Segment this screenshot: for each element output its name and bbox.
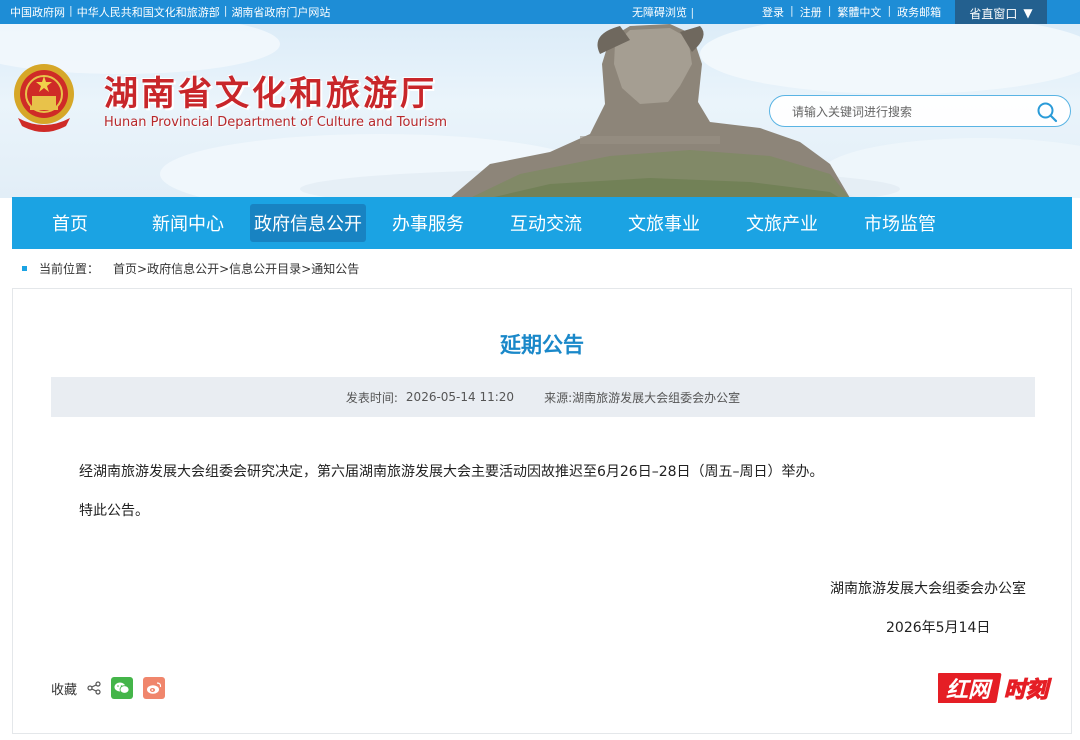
publish-label: 发表时间: [345,390,398,405]
site-title-english: Hunan Provincial Department of Culture a… [104,115,448,130]
national-emblem-icon [14,64,74,132]
breadcrumb-notices[interactable]: 通知公告 [311,260,359,277]
main-nav: 首页 新闻中心 政府信息公开 办事服务 互动交流 文旅事业 文旅产业 市场监管 [12,197,1072,249]
breadcrumb: 当前位置： 首页 > 政府信息公开 > 信息公开目录 > 通知公告 [22,260,359,277]
nav-item-culture-tourism[interactable]: 文旅事业 [628,197,700,249]
rednet-watermark-logo: 红网 时刻 [938,673,1053,704]
article-paragraph: 经湖南旅游发展大会组委会研究决定，第六届湖南旅游发展大会主要活动因故推迟至6月2… [79,464,824,480]
top-utility-bar: 中国政府网 | 中华人民共和国文化和旅游部 | 湖南省政府门户网站 无障碍浏览 … [0,0,1080,26]
nav-item-interaction[interactable]: 互动交流 [510,197,582,249]
gov-mail-link[interactable]: 政务邮箱 [897,4,941,20]
link-hunan-gov[interactable]: 湖南省政府门户网站 [231,4,330,20]
article-meta: 发表时间: 2026-05-14 11:20 来源:湖南旅游发展大会组委会办公室 [51,377,1035,417]
article-date: 2026年5月14日 [886,620,991,636]
publish-time: 2026-05-14 11:20 [405,390,515,404]
svg-text:红网: 红网 [946,678,993,703]
separator: | [827,4,832,17]
separator: | [223,4,228,17]
login-link[interactable]: 登录 [762,4,784,20]
nav-item-news[interactable]: 新闻中心 [152,197,224,249]
search-box [769,95,1071,127]
separator: | [790,4,794,17]
breadcrumb-separator: > [301,261,312,276]
article-paragraph: 特此公告。 [79,503,149,519]
dropdown-arrow-icon: ▼ [1023,6,1033,20]
top-links-right: 登录 | 注册 | 繁體中文 | 政务邮箱 [762,4,941,20]
link-gov-cn[interactable]: 中国政府网 [10,4,65,20]
header-banner: 湖南省文化和旅游厅 Hunan Provincial Department of… [0,24,1080,198]
nav-label: 文旅事业 [628,214,700,235]
nav-label: 市场监管 [864,214,936,235]
article-signature: 湖南旅游发展大会组委会办公室 [830,581,1026,597]
nav-item-market[interactable]: 市场监管 [864,197,936,249]
accessibility-link[interactable]: 无障碍浏览 [632,6,687,19]
share-icon[interactable] [87,681,101,695]
accessibility-link-wrap: 无障碍浏览 | [632,4,694,20]
top-links-left: 中国政府网 | 中华人民共和国文化和旅游部 | 湖南省政府门户网站 [10,4,330,20]
nav-label: 办事服务 [392,214,464,235]
nav-label: 文旅产业 [746,214,818,235]
nav-label: 首页 [52,214,88,235]
nav-label: 新闻中心 [152,214,224,235]
wechat-share-button[interactable] [111,677,134,699]
search-icon[interactable] [1035,100,1059,124]
site-title: 湖南省文化和旅游厅 [104,74,437,114]
search-input[interactable] [792,102,1032,122]
breadcrumb-separator: > [137,261,148,276]
nav-item-home[interactable]: 首页 [52,197,88,249]
breadcrumb-separator: > [219,261,230,276]
article-panel: 延期公告 发表时间: 2026-05-14 11:20 来源:湖南旅游发展大会组… [12,288,1072,734]
favorite-button[interactable]: 收藏 [51,679,77,698]
breadcrumb-label: 当前位置： [39,262,100,276]
breadcrumb-home[interactable]: 首页 [113,260,137,277]
wechat-icon [114,682,130,694]
nav-item-gov-info[interactable]: 政府信息公开 [250,197,366,249]
province-window-button[interactable]: 省直窗口 ▼ [955,0,1047,26]
province-window-label: 省直窗口 [969,6,1018,21]
article-title: 延期公告 [500,333,584,357]
nav-item-industry[interactable]: 文旅产业 [746,197,818,249]
breadcrumb-gov-info[interactable]: 政府信息公开 [147,260,219,277]
nav-item-services[interactable]: 办事服务 [392,197,464,249]
traditional-chinese-link[interactable]: 繁體中文 [837,4,881,20]
nav-label: 政府信息公开 [250,204,366,242]
nav-label: 互动交流 [510,214,582,235]
separator: | [887,4,892,17]
register-link[interactable]: 注册 [800,4,822,20]
link-mct[interactable]: 中华人民共和国文化和旅游部 [77,4,220,20]
svg-text:时刻: 时刻 [1004,677,1052,703]
breadcrumb-catalog[interactable]: 信息公开目录 [229,260,301,277]
share-bar: 收藏 [51,677,166,699]
article-source: 来源:湖南旅游发展大会组委会办公室 [544,390,741,405]
separator: | [690,6,695,19]
weibo-icon [147,682,162,694]
breadcrumb-bullet-icon [22,266,27,271]
weibo-share-button[interactable] [143,677,166,699]
separator: | [69,4,73,17]
